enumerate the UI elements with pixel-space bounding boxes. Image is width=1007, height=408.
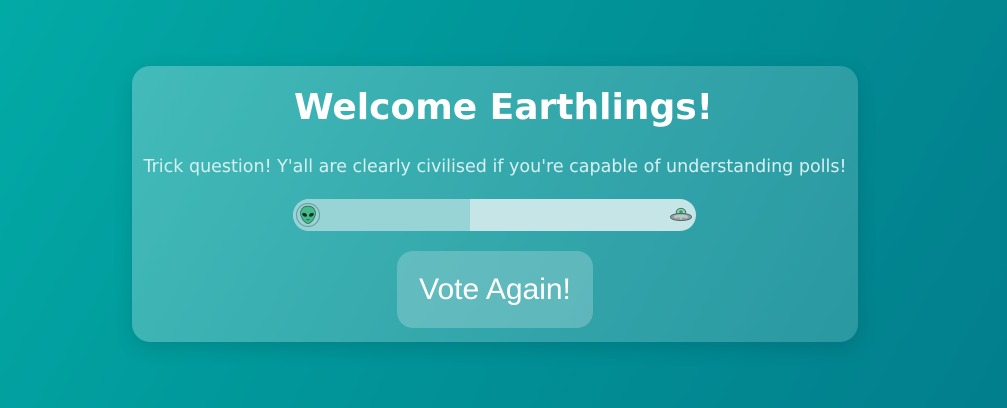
poll-result-bar (293, 199, 696, 231)
ufo-icon (668, 202, 694, 228)
poll-result-message: Trick question! Y'all are clearly civili… (143, 157, 847, 177)
vote-again-button[interactable]: Vote Again! (397, 251, 593, 328)
page-title: Welcome Earthlings! (293, 87, 714, 128)
alien-icon (295, 202, 321, 228)
